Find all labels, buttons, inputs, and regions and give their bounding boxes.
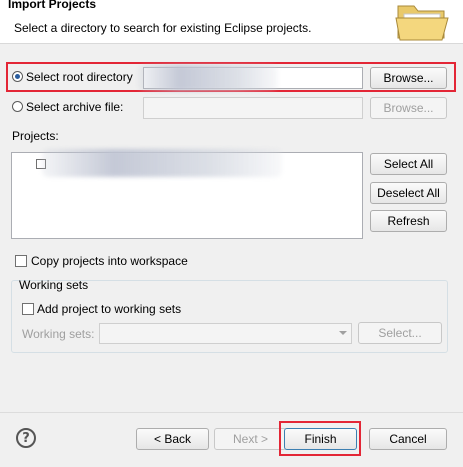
- back-button[interactable]: < Back: [136, 428, 209, 450]
- page-title: Import Projects: [8, 0, 97, 11]
- working-sets-field-label: Working sets:: [22, 327, 95, 341]
- projects-list[interactable]: [11, 149, 363, 239]
- copy-projects-label[interactable]: Copy projects into workspace: [31, 254, 188, 268]
- archive-file-radio[interactable]: [12, 101, 23, 112]
- redacted-project-name: [42, 149, 282, 177]
- root-directory-label[interactable]: Select root directory: [26, 70, 133, 84]
- working-sets-group-label: Working sets: [19, 278, 89, 292]
- root-directory-radio[interactable]: [12, 71, 23, 82]
- wizard-header: Import Projects Select a directory to se…: [0, 0, 463, 44]
- folder-icon: [395, 5, 449, 41]
- chevron-down-icon: [339, 331, 347, 335]
- working-sets-combo[interactable]: [99, 323, 352, 344]
- next-button[interactable]: Next >: [214, 428, 287, 450]
- cancel-button[interactable]: Cancel: [369, 428, 447, 450]
- deselect-all-button[interactable]: Deselect All: [370, 182, 447, 204]
- help-icon[interactable]: ?: [16, 428, 36, 448]
- working-sets-select-button[interactable]: Select...: [358, 322, 442, 344]
- footer-divider: [0, 412, 463, 413]
- page-description: Select a directory to search for existin…: [14, 21, 312, 35]
- finish-button[interactable]: Finish: [284, 428, 357, 450]
- add-to-working-sets-label[interactable]: Add project to working sets: [37, 302, 181, 316]
- archive-file-input[interactable]: [143, 97, 363, 119]
- add-to-working-sets-checkbox[interactable]: [22, 303, 34, 315]
- copy-projects-checkbox[interactable]: [15, 255, 27, 267]
- projects-label: Projects:: [12, 129, 59, 143]
- redacted-path: [138, 65, 278, 91]
- select-all-button[interactable]: Select All: [370, 153, 447, 175]
- browse-archive-button[interactable]: Browse...: [370, 97, 447, 119]
- browse-root-button[interactable]: Browse...: [370, 67, 447, 89]
- refresh-button[interactable]: Refresh: [370, 210, 447, 232]
- archive-file-label[interactable]: Select archive file:: [26, 100, 123, 114]
